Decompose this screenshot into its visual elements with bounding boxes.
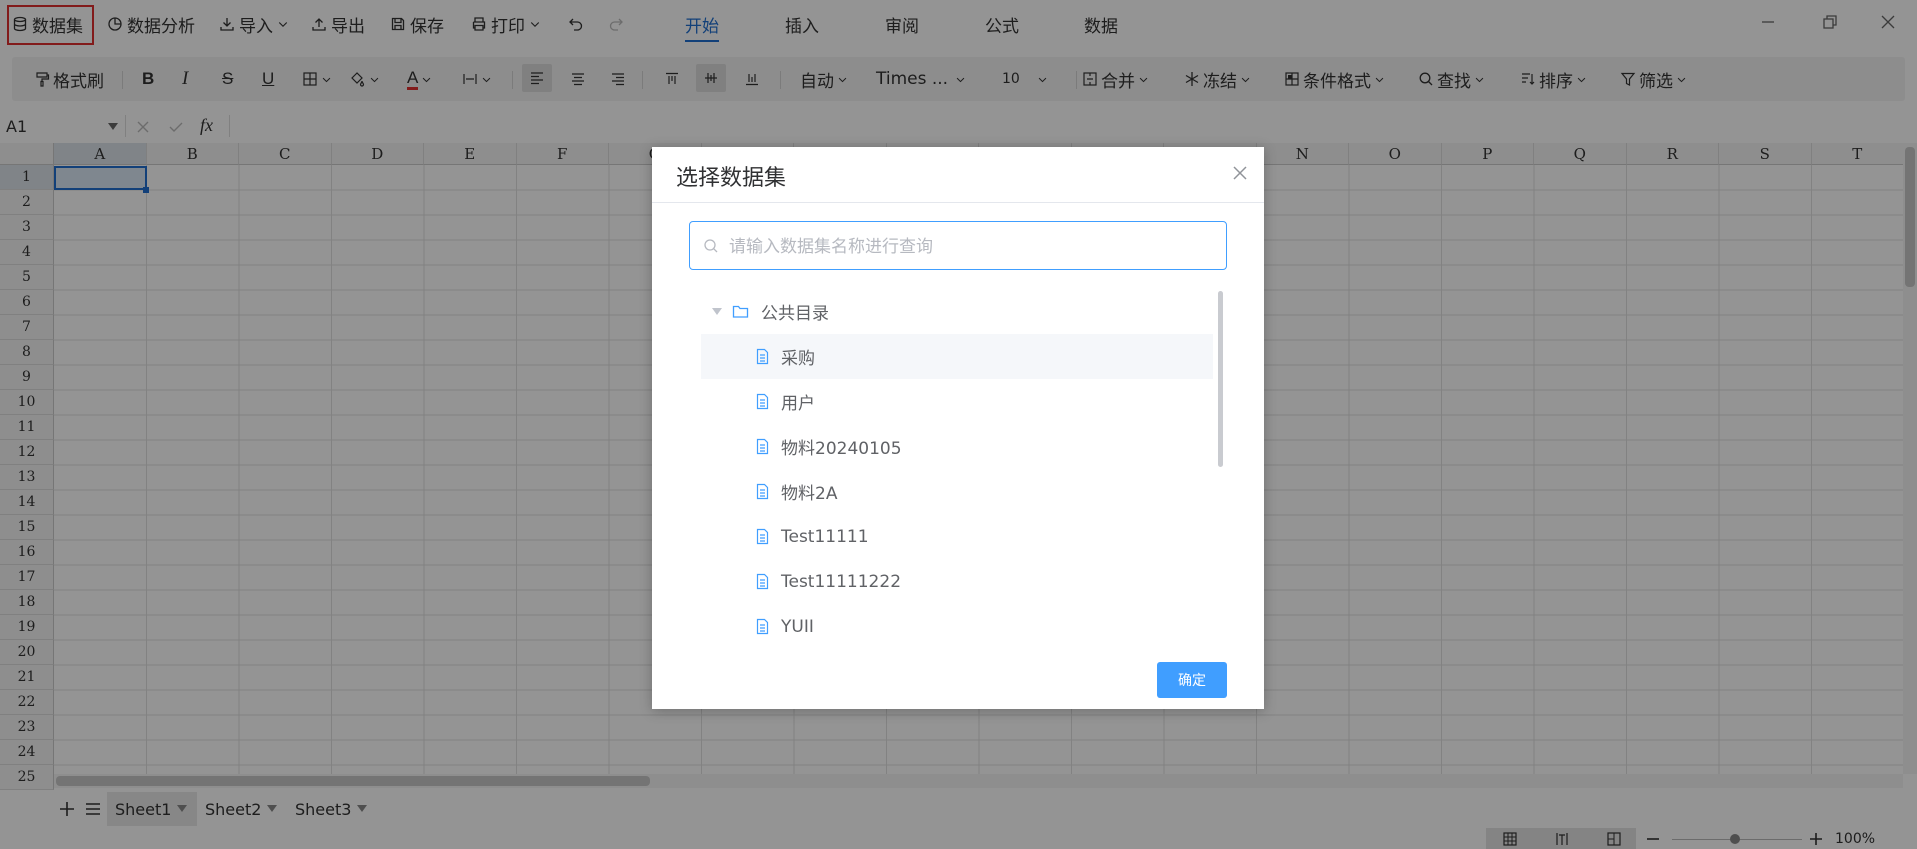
tree-item-label: YUII [781,616,814,637]
confirm-button[interactable]: 确定 [1157,662,1227,698]
tree-folder-public[interactable]: 公共目录 [701,289,1213,334]
tree-scrollbar-thumb[interactable] [1218,291,1223,467]
tree-folder-label: 公共目录 [761,304,829,324]
tree-item[interactable]: YUII [701,604,1213,649]
document-icon [756,483,769,500]
tree-item[interactable]: 用户 [701,379,1213,424]
tree-item-label: 采购 [781,349,815,369]
dialog-header-divider [652,202,1264,203]
dataset-search-box [689,221,1227,271]
tree-item-label: 用户 [781,394,815,414]
tree-item[interactable]: 采购 [701,334,1213,379]
dataset-search-input[interactable] [727,222,1221,271]
tree-item-label: 物料2A [781,484,838,504]
search-icon [704,239,718,253]
tree-item-label: 物料20240105 [781,439,902,459]
document-icon [756,438,769,455]
tree-item[interactable]: 物料20240105 [701,424,1213,469]
dataset-tree: 公共目录 采购 用户 物料20240105 物料2A Test11111 Tes… [701,289,1221,659]
document-icon [756,573,769,590]
tree-item[interactable]: Test11111 [701,514,1213,559]
select-dataset-dialog: 选择数据集 公共目录 采购 用户 物料20240105 物料2A [652,147,1264,709]
tree-item[interactable]: Test11111222 [701,559,1213,604]
caret-down-icon[interactable] [712,307,722,316]
folder-icon [732,305,749,318]
dialog-title: 选择数据集 [676,166,787,191]
tree-item-label: Test11111222 [781,571,902,592]
document-icon [756,393,769,410]
tree-item-label: Test11111 [781,526,869,547]
document-icon [756,618,769,635]
tree-item[interactable]: 物料2A [701,469,1213,514]
tree-item-partial[interactable] [701,649,1213,659]
close-icon[interactable] [1230,163,1250,183]
document-icon [756,348,769,365]
document-icon [756,528,769,545]
